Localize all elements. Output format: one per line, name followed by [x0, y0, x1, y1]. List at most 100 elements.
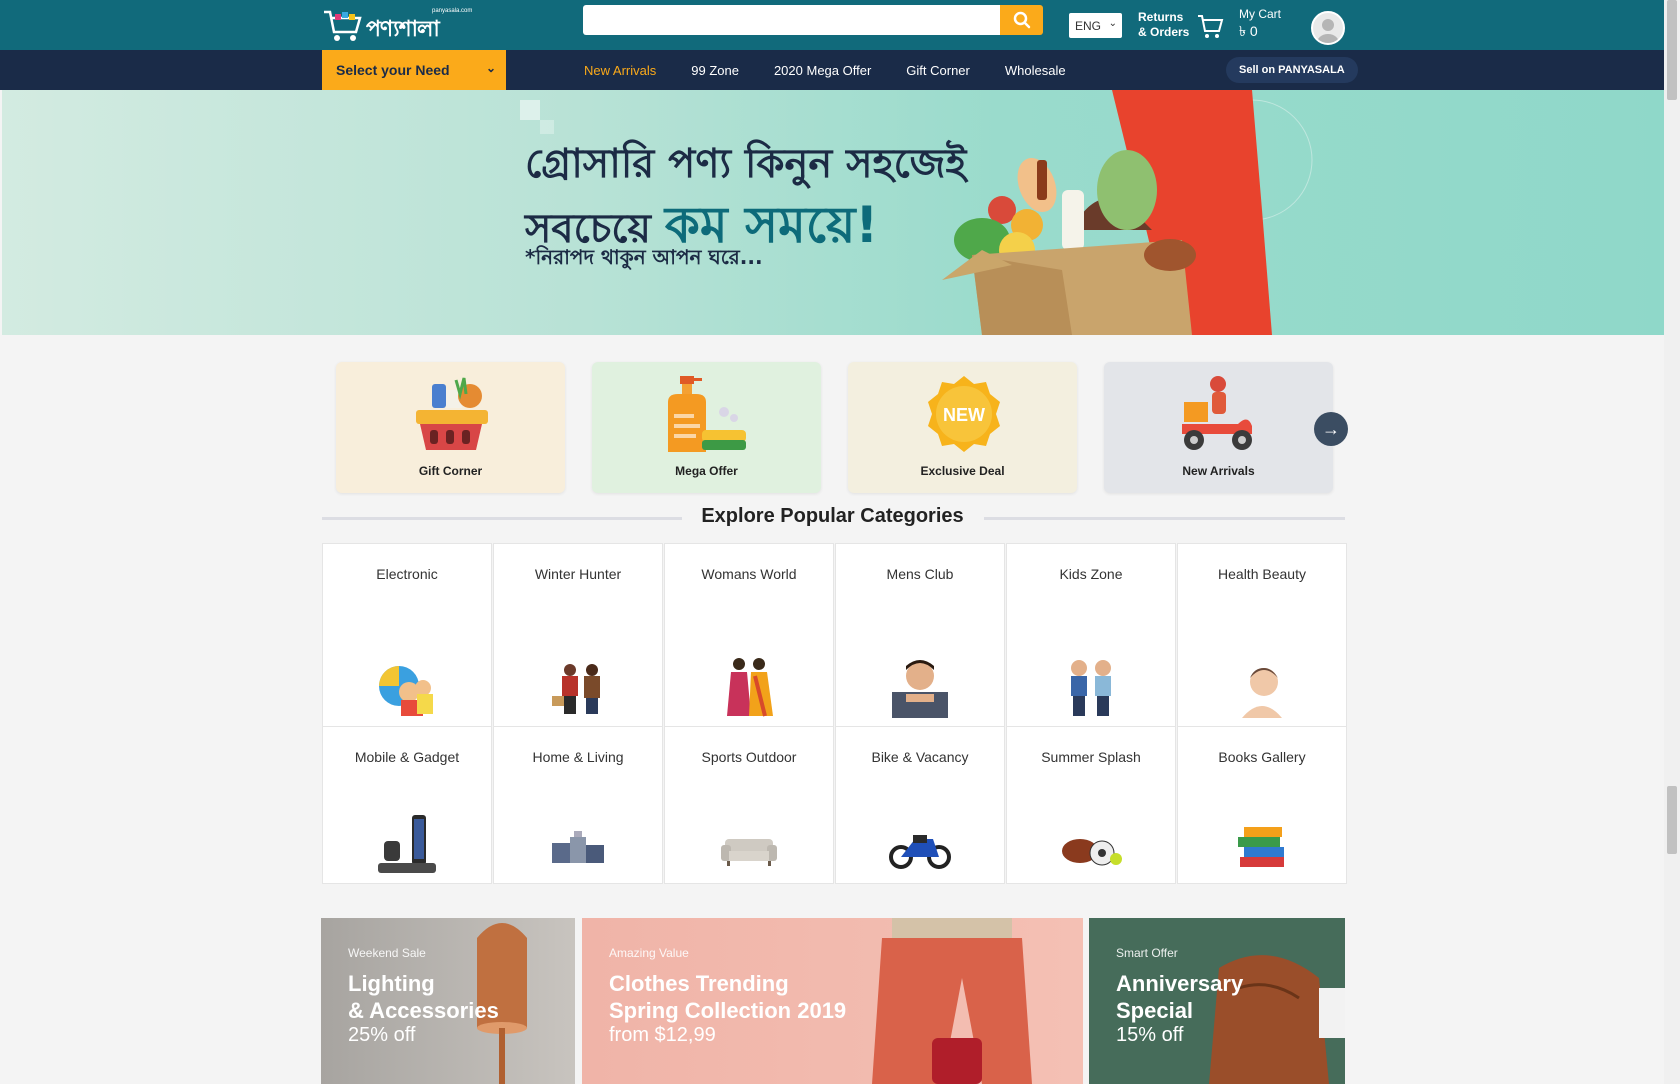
- new-badge-icon: NEW: [928, 376, 1000, 452]
- hero-tagline: *নিরাপদ থাকুন আপন ঘরে...: [525, 245, 763, 269]
- category-name: Summer Splash: [1041, 749, 1141, 765]
- category-name: Womans World: [701, 566, 797, 582]
- scrollbar-thumb[interactable]: [1667, 786, 1677, 854]
- home-living-image: [552, 831, 604, 863]
- category-home-living[interactable]: Home & Living: [493, 726, 663, 884]
- promo-title-line1: Clothes Trending: [609, 971, 789, 996]
- language-value: ENG: [1075, 18, 1102, 33]
- feature-card-new-arrivals[interactable]: New Arrivals: [1104, 362, 1333, 493]
- nav-link-99-zone[interactable]: 99 Zone: [691, 63, 739, 78]
- category-name: Mobile & Gadget: [354, 749, 460, 765]
- mobile-gadget-image: [378, 815, 436, 873]
- delivery-person-illustration: [942, 90, 1313, 335]
- svg-text:NEW: NEW: [943, 405, 985, 425]
- category-name: Books Gallery: [1218, 749, 1306, 765]
- books-image: [1238, 827, 1284, 867]
- promo-title-line2: Spring Collection 2019: [609, 998, 847, 1023]
- motorbike-image: [889, 835, 951, 869]
- nav-link-new-arrivals[interactable]: New Arrivals: [584, 63, 656, 78]
- promo-tag: Smart Offer: [1116, 946, 1178, 960]
- promo-title: Clothes Trending Spring Collection 2019: [609, 970, 846, 1024]
- category-kids-zone[interactable]: Kids Zone: [1006, 543, 1176, 727]
- my-cart[interactable]: My Cart ৳ 0: [1239, 6, 1281, 40]
- nav-links: New Arrivals 99 Zone 2020 Mega Offer Gif…: [584, 50, 1101, 90]
- returns-line2: & Orders: [1138, 25, 1190, 39]
- category-name: Winter Hunter: [534, 566, 622, 582]
- promo-banner-lighting[interactable]: Weekend Sale Lighting & Accessories 25% …: [321, 918, 575, 1084]
- category-mens-club[interactable]: Mens Club: [835, 543, 1005, 727]
- chevron-down-icon: ⌄: [485, 61, 496, 75]
- category-health-beauty[interactable]: Health Beauty: [1177, 543, 1347, 727]
- promo-banner-clothes[interactable]: Amazing Value Clothes Trending Spring Co…: [582, 918, 1083, 1084]
- scrollbar-thumb[interactable]: [1667, 0, 1677, 100]
- promo-title: Lighting & Accessories: [348, 970, 499, 1024]
- winter-hunter-image: [552, 664, 600, 714]
- decor-square: [520, 100, 540, 120]
- delivery-scooter-icon: [1182, 376, 1252, 450]
- page: পণ্যশালা panyasala.com ENG ⌄ Returns & O…: [0, 0, 1680, 1084]
- feature-card-exclusive-deal[interactable]: NEW Exclusive Deal: [848, 362, 1077, 493]
- carousel-next-button[interactable]: →: [1314, 412, 1348, 446]
- category-bike-vacancy[interactable]: Bike & Vacancy: [835, 726, 1005, 884]
- select-need-label: Select your Need: [336, 62, 450, 78]
- hero-banner[interactable]: গ্রোসারি পণ্য কিনুন সহজেই সবচেয়ে কম সময…: [2, 90, 1664, 335]
- feature-label: Gift Corner: [418, 464, 483, 478]
- feature-card-mega-offer[interactable]: Mega Offer: [592, 362, 821, 493]
- category-mobile-gadget[interactable]: Mobile & Gadget: [322, 726, 492, 884]
- avatar[interactable]: [1311, 11, 1345, 45]
- promo-subtitle: from $12,99: [609, 1024, 716, 1046]
- cart-label: My Cart: [1239, 7, 1281, 21]
- category-winter-hunter[interactable]: Winter Hunter: [493, 543, 663, 727]
- scrollbar[interactable]: [1664, 0, 1680, 1084]
- category-womans-world[interactable]: Womans World: [664, 543, 834, 727]
- chevron-down-icon: ⌄: [1108, 18, 1117, 29]
- search-input[interactable]: [583, 5, 1000, 35]
- sofa-image: [721, 839, 777, 866]
- promo-subtitle: 15% off: [1116, 1024, 1184, 1046]
- nav-bar: Select your Need ⌄ New Arrivals 99 Zone …: [0, 50, 1664, 90]
- feature-label: Mega Offer: [675, 464, 738, 478]
- arrow-right-icon: →: [1322, 418, 1340, 439]
- category-books-gallery[interactable]: Books Gallery: [1177, 726, 1347, 884]
- bottle-soap-icon: [668, 376, 746, 452]
- search-button[interactable]: [1000, 5, 1043, 35]
- returns-orders-link[interactable]: Returns & Orders: [1138, 10, 1189, 40]
- shopping-cart-icon[interactable]: [1196, 12, 1224, 40]
- promo-tag: Amazing Value: [609, 946, 689, 960]
- nav-link-mega-offer[interactable]: 2020 Mega Offer: [774, 63, 871, 78]
- user-icon: [1317, 19, 1339, 43]
- section-title: Explore Popular Categories: [701, 505, 964, 527]
- promo-subtitle: 25% off: [348, 1024, 416, 1046]
- cart-logo-icon: [324, 10, 362, 41]
- feature-card-gift-corner[interactable]: Gift Corner: [336, 362, 565, 493]
- select-need-dropdown[interactable]: Select your Need ⌄: [322, 50, 506, 90]
- sports-balls-image: [1062, 839, 1122, 866]
- kids-zone-image: [1071, 660, 1111, 716]
- divider-right: [984, 517, 1345, 520]
- mens-club-image: [892, 660, 948, 718]
- logo-subtext: panyasala.com: [432, 8, 473, 14]
- category-sports-outdoor[interactable]: Sports Outdoor: [664, 726, 834, 884]
- category-name: Sports Outdoor: [701, 749, 797, 765]
- category-name: Mens Club: [886, 566, 954, 582]
- category-summer-splash[interactable]: Summer Splash: [1006, 726, 1176, 884]
- site-logo[interactable]: পণ্যশালা panyasala.com: [322, 6, 472, 46]
- sell-button[interactable]: Sell on PANYASALA: [1226, 57, 1358, 83]
- language-select[interactable]: ENG ⌄: [1069, 13, 1122, 38]
- category-name: Electronic: [376, 566, 438, 582]
- feature-label: New Arrivals: [1182, 464, 1255, 478]
- top-bar: পণ্যশালা panyasala.com ENG ⌄ Returns & O…: [0, 0, 1664, 50]
- womans-world-image: [727, 658, 773, 717]
- promo-banner-anniversary[interactable]: Smart Offer Anniversary Special 15% off: [1089, 918, 1345, 1084]
- promo-tag: Weekend Sale: [348, 946, 426, 960]
- nav-link-wholesale[interactable]: Wholesale: [1005, 63, 1066, 78]
- category-name: Bike & Vacancy: [871, 749, 969, 765]
- cart-amount: ৳ 0: [1239, 23, 1258, 39]
- promo-title: Anniversary Special: [1116, 970, 1243, 1024]
- returns-line1: Returns: [1138, 10, 1184, 24]
- logo-text: পণ্যশালা: [366, 17, 440, 42]
- category-electronic[interactable]: Electronic: [322, 543, 492, 727]
- category-name: Health Beauty: [1218, 566, 1306, 582]
- nav-link-gift-corner[interactable]: Gift Corner: [906, 63, 970, 78]
- category-name: Kids Zone: [1059, 566, 1123, 582]
